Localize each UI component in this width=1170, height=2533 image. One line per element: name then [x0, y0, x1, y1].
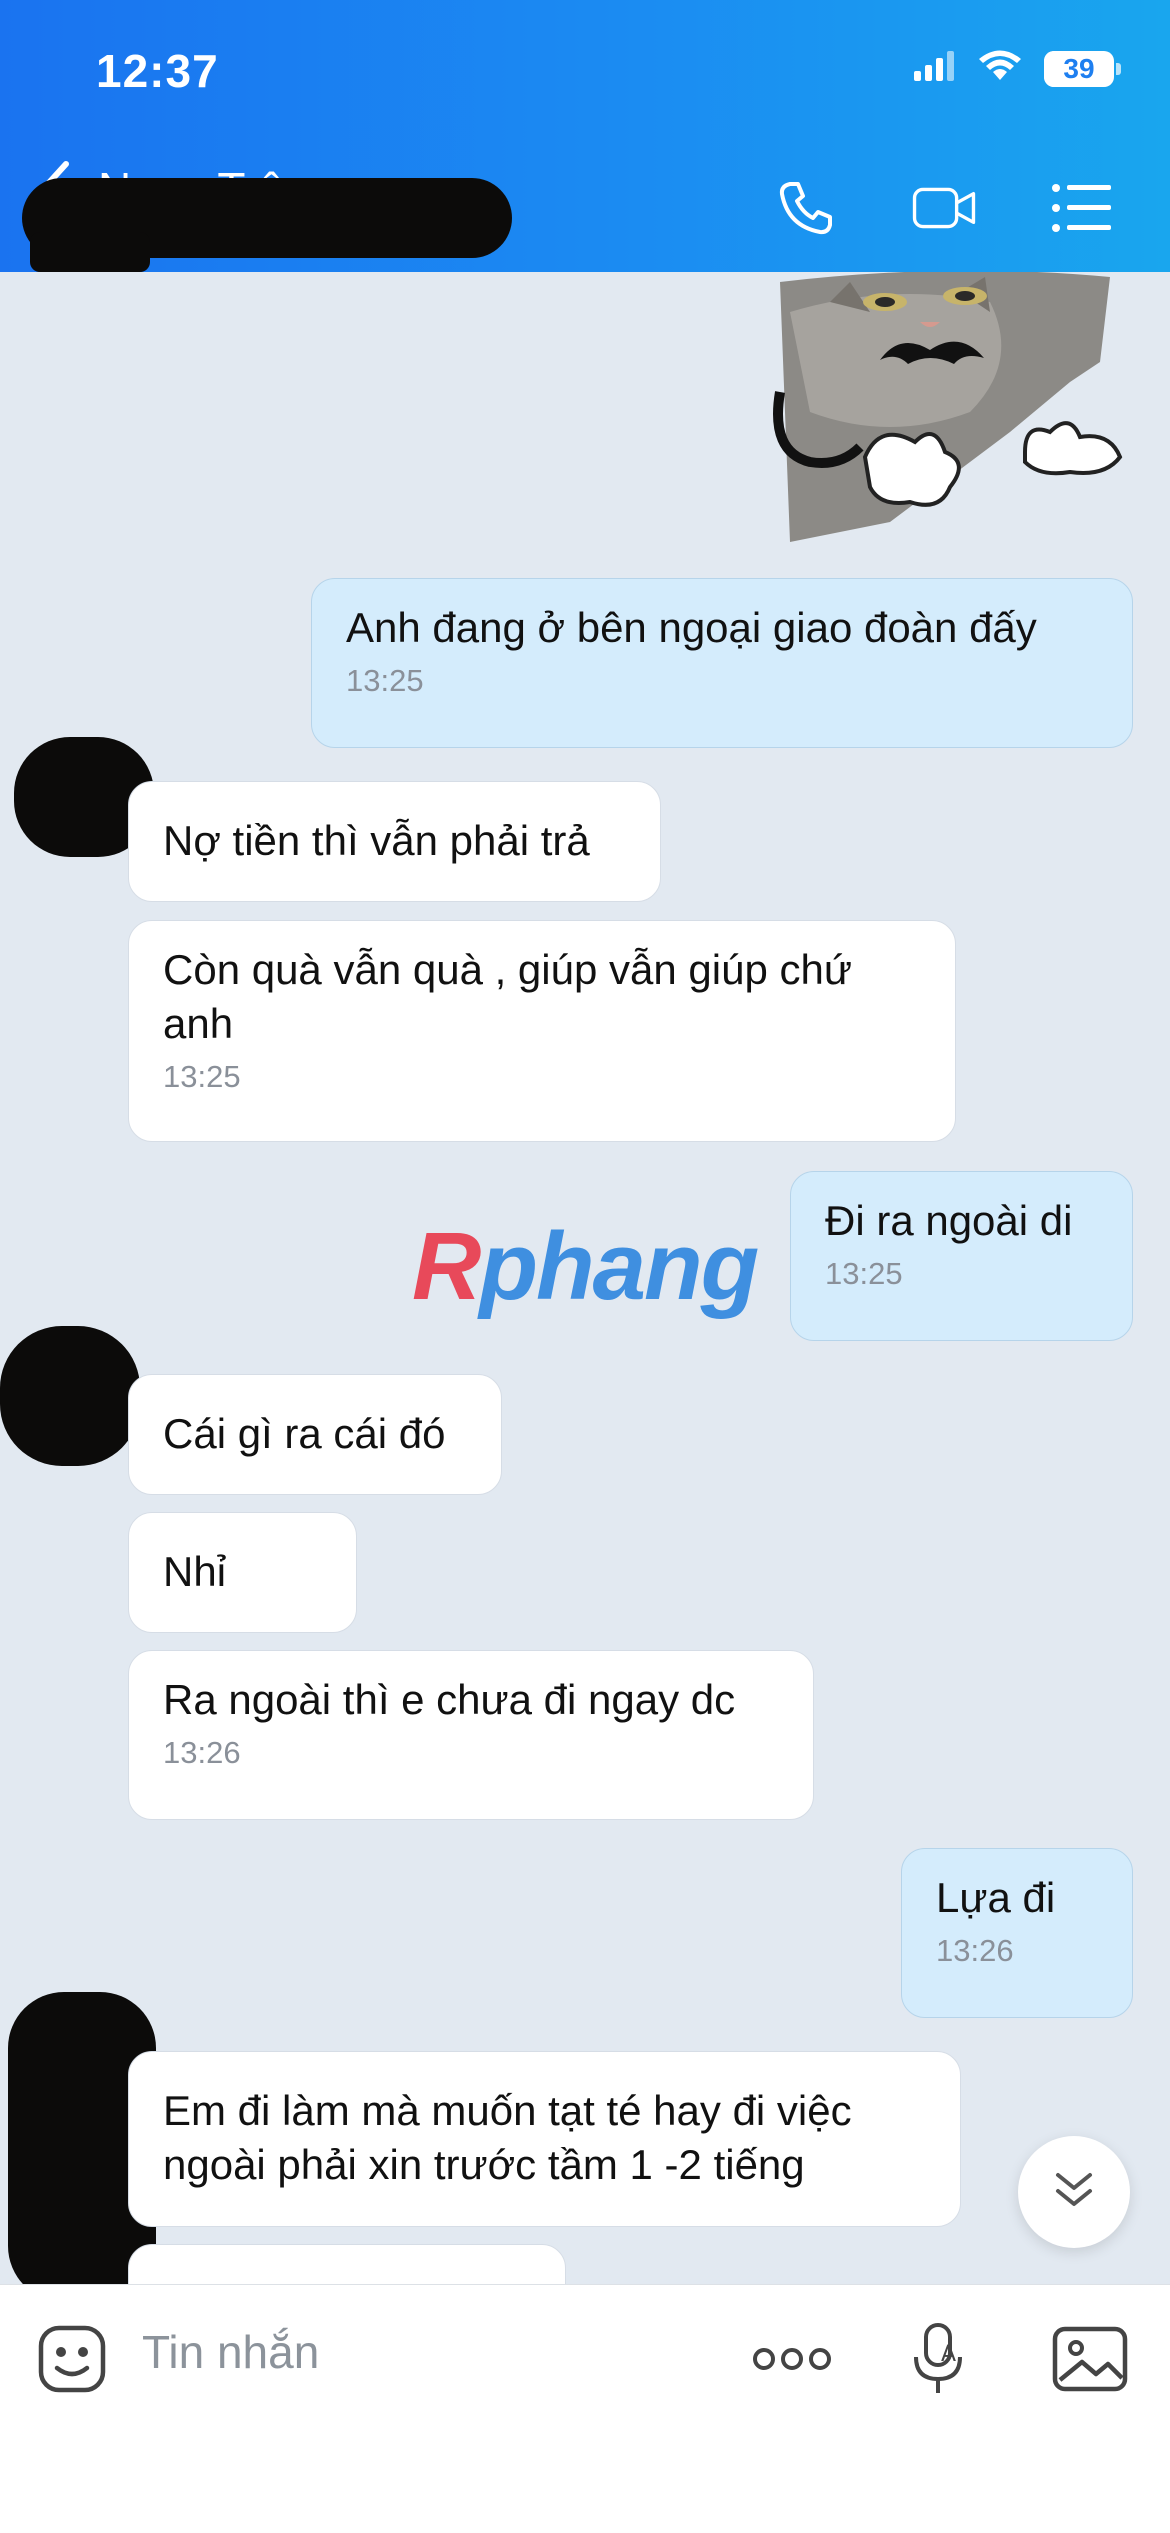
- message-text: Đi ra ngoài di: [825, 1197, 1073, 1244]
- double-chevron-down-icon: [1053, 2170, 1095, 2215]
- message-time: 13:25: [346, 663, 424, 698]
- battery-icon: 39: [1044, 50, 1121, 87]
- message-text: Cái gì ra cái đó: [163, 1410, 446, 1457]
- message-text: Em đi làm mà muốn tạt té hay đi việc ngo…: [163, 2087, 852, 2188]
- scroll-to-bottom-button[interactable]: [1018, 2136, 1130, 2248]
- message-bubble-incoming[interactable]: Nợ tiền thì vẫn phải trả: [128, 781, 661, 902]
- message-time: 13:25: [825, 1256, 903, 1291]
- message-bubble-incoming[interactable]: Nhỉ: [128, 1512, 357, 1633]
- message-text: Anh đang ở bên ngoại giao đoàn đấy: [346, 604, 1037, 651]
- svg-text:A: A: [941, 2342, 956, 2367]
- header-actions: [774, 176, 1114, 240]
- chat-header: 12:37 39 Ngọc Trâm: [0, 0, 1170, 272]
- message-bubble-incoming[interactable]: Em đi làm mà muốn tạt té hay đi việc ngo…: [128, 2051, 961, 2227]
- composer-bar: Tin nhắn A: [0, 2284, 1170, 2533]
- battery-percent: 39: [1063, 52, 1095, 84]
- message-time: 13:25: [163, 1059, 241, 1094]
- wifi-icon: [978, 50, 1022, 87]
- message-text: Nợ tiền thì vẫn phải trả: [163, 817, 590, 864]
- watermark-logo: Rphang: [412, 1213, 759, 1320]
- more-icon[interactable]: [752, 2321, 832, 2397]
- voice-icon[interactable]: A: [900, 2321, 976, 2397]
- message-bubble-incoming[interactable]: [128, 2244, 566, 2284]
- video-call-icon[interactable]: [912, 176, 976, 240]
- message-time: 13:26: [936, 1933, 1014, 1968]
- image-icon[interactable]: [1052, 2321, 1128, 2397]
- message-text: Lựa đi: [936, 1874, 1056, 1921]
- redaction-mark: [30, 232, 150, 272]
- status-icons: 39: [914, 50, 1121, 87]
- message-bubble-outgoing[interactable]: Đi ra ngoài di 13:25: [790, 1171, 1133, 1341]
- message-list[interactable]: Anh đang ở bên ngoại giao đoàn đấy 13:25…: [0, 272, 1170, 2284]
- message-text: Nhỉ: [163, 1548, 227, 1595]
- message-bubble-outgoing[interactable]: Anh đang ở bên ngoại giao đoàn đấy 13:25: [311, 578, 1133, 748]
- avatar[interactable]: [0, 1326, 140, 1466]
- message-time: 13:26: [163, 1735, 241, 1770]
- menu-list-icon[interactable]: [1050, 176, 1114, 240]
- sticker-icon[interactable]: [34, 2321, 110, 2397]
- message-bubble-incoming[interactable]: Ra ngoài thì e chưa đi ngay dc 13:26: [128, 1650, 814, 1820]
- phone-icon[interactable]: [774, 176, 838, 240]
- cat-mustache-sticker[interactable]: [770, 272, 1130, 562]
- message-bubble-incoming[interactable]: Còn quà vẫn quà , giúp vẫn giúp chứ anh …: [128, 920, 956, 1142]
- signal-icon: [914, 51, 956, 86]
- message-bubble-incoming[interactable]: Cái gì ra cái đó: [128, 1374, 502, 1495]
- message-text: Ra ngoài thì e chưa đi ngay dc: [163, 1676, 736, 1723]
- status-time: 12:37: [96, 45, 219, 97]
- message-bubble-outgoing[interactable]: Lựa đi 13:26: [901, 1848, 1133, 2018]
- message-text: Còn quà vẫn quà , giúp vẫn giúp chứ anh: [163, 946, 852, 1047]
- message-input[interactable]: Tin nhắn: [142, 2325, 319, 2379]
